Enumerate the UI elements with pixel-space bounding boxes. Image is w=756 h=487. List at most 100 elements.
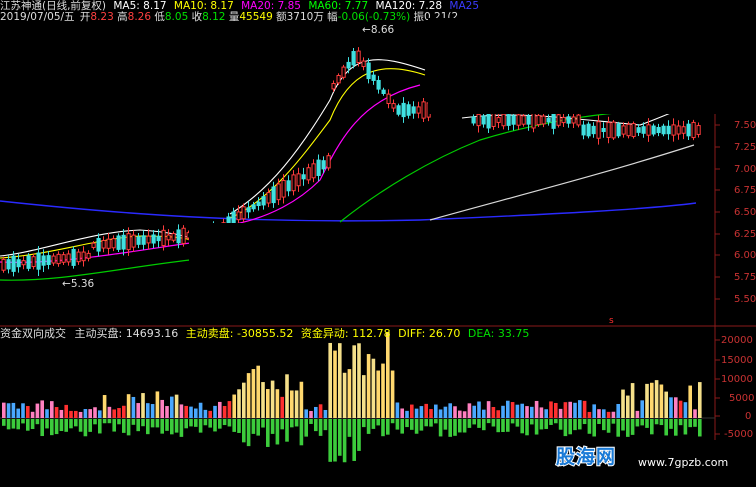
buy-volume-bar xyxy=(237,389,241,418)
buy-volume-bar xyxy=(314,406,318,418)
sell-volume-bar xyxy=(606,419,611,433)
buy-volume-bar xyxy=(74,410,78,418)
sell-volume-bar xyxy=(616,419,620,437)
sell-volume-bar xyxy=(458,419,462,433)
candle-body xyxy=(676,125,681,135)
candle-body xyxy=(656,126,661,134)
indicator-title[interactable]: 资金双向成交 xyxy=(0,327,66,340)
sell-volume-bar xyxy=(496,419,500,433)
sell-volume-bar xyxy=(347,419,352,437)
candle-body xyxy=(546,117,551,123)
buy-volume-bar xyxy=(179,404,184,418)
buy-volume-bar xyxy=(563,402,568,418)
buy-volume-bar xyxy=(256,365,260,418)
candle-body xyxy=(571,116,576,124)
candle-body xyxy=(596,121,601,139)
candle-body xyxy=(581,124,586,136)
buy-volume-bar xyxy=(539,407,544,418)
sell-volume-bar xyxy=(462,419,467,433)
candle-body xyxy=(641,126,646,134)
buy-volume-bar xyxy=(35,403,40,418)
sell-volume-bar xyxy=(21,419,25,424)
candle-body xyxy=(371,74,376,81)
sell-volume-bar xyxy=(630,419,635,435)
candle-body xyxy=(486,111,491,129)
sell-volume-bar xyxy=(294,419,299,427)
sell-volume-bar xyxy=(280,419,284,430)
buy-volume-bar xyxy=(357,343,361,418)
buy-volume-bar xyxy=(520,403,524,418)
dea-value: 33.75 xyxy=(497,327,530,340)
candle-body xyxy=(11,255,16,272)
buy-volume-bar xyxy=(602,409,606,418)
candle-body xyxy=(46,255,51,265)
buy-volume-bar xyxy=(506,400,510,418)
change-value: -0.06(-0.73%) xyxy=(337,11,411,23)
candle-body xyxy=(411,106,416,114)
buy-volume-bar xyxy=(242,382,246,418)
sell-volume-bar xyxy=(54,419,59,435)
candle-body xyxy=(626,123,631,137)
sell-volume-bar xyxy=(597,419,601,424)
candle-body xyxy=(506,114,511,126)
sell-volume-bar xyxy=(654,419,659,425)
high-arrow-icon: ← xyxy=(362,24,371,36)
volume-axis-label: -5000 xyxy=(724,429,754,440)
change-label: 幅 xyxy=(327,11,338,23)
candle-body xyxy=(471,116,476,124)
candle-body xyxy=(21,260,26,266)
price-axis-label: 7.00 xyxy=(734,164,756,175)
sell-volume-bar xyxy=(232,419,236,432)
candle-body xyxy=(646,124,651,136)
date-value: 2019/07/05/五 xyxy=(0,11,75,23)
candle-body xyxy=(331,83,336,90)
candle-body xyxy=(156,235,161,242)
buy-volume-bar xyxy=(184,405,188,418)
candle-body xyxy=(36,252,41,270)
buy-volume-bar xyxy=(482,409,486,418)
candle-body xyxy=(321,160,326,170)
buy-volume-bar xyxy=(429,409,433,418)
candle-body xyxy=(261,196,266,206)
candle-body xyxy=(631,123,636,137)
low-price-annotation: ←5.36 xyxy=(62,278,94,290)
sell-volume-bar xyxy=(304,419,308,437)
sell-volume-bar xyxy=(102,419,107,424)
sell-volume-bar xyxy=(611,419,616,424)
buy-volume-bar xyxy=(16,408,20,418)
sell-volume-bar xyxy=(338,419,342,456)
buy-volume-bar xyxy=(592,404,596,418)
sell-volume-bar xyxy=(126,419,131,436)
open-label: 开 xyxy=(79,11,91,23)
quote-info-row: 2019/07/05/五 开8.23 高8.26 低8.05 收8.12 量45… xyxy=(0,11,458,23)
candle-body xyxy=(536,114,541,126)
buy-volume-bar xyxy=(45,409,49,418)
buy-volume-bar xyxy=(362,375,366,418)
sell-volume-bar xyxy=(429,419,433,427)
sell-volume-bar xyxy=(587,419,592,434)
buy-volume-bar xyxy=(141,393,145,418)
candle-body xyxy=(661,125,666,135)
buy-volume-bar xyxy=(366,354,371,418)
sell-volume-bar xyxy=(237,419,241,433)
sell-volume-bar xyxy=(414,419,419,434)
ma250-line xyxy=(0,200,697,222)
sell-volume-bar xyxy=(107,419,112,424)
sell-volume-bar xyxy=(400,419,404,434)
sell-volume-bar xyxy=(179,419,184,437)
buy-volume-bar xyxy=(98,410,102,418)
buy-volume-bar xyxy=(194,408,198,418)
candle-body xyxy=(51,255,56,264)
amount-label: 额 xyxy=(276,11,287,23)
buy-volume-bar xyxy=(549,401,553,418)
sell-volume-bar xyxy=(635,419,640,427)
buy-volume-bar xyxy=(102,395,107,418)
sell-volume-bar xyxy=(136,419,140,432)
sell-volume-bar xyxy=(83,419,88,437)
candle-body xyxy=(586,123,591,137)
buy-volume-bar xyxy=(515,404,520,418)
sell-volume-bar xyxy=(30,419,35,430)
buy-volume-bar xyxy=(333,350,337,418)
candle-body xyxy=(16,259,21,268)
candle-body xyxy=(141,235,146,245)
